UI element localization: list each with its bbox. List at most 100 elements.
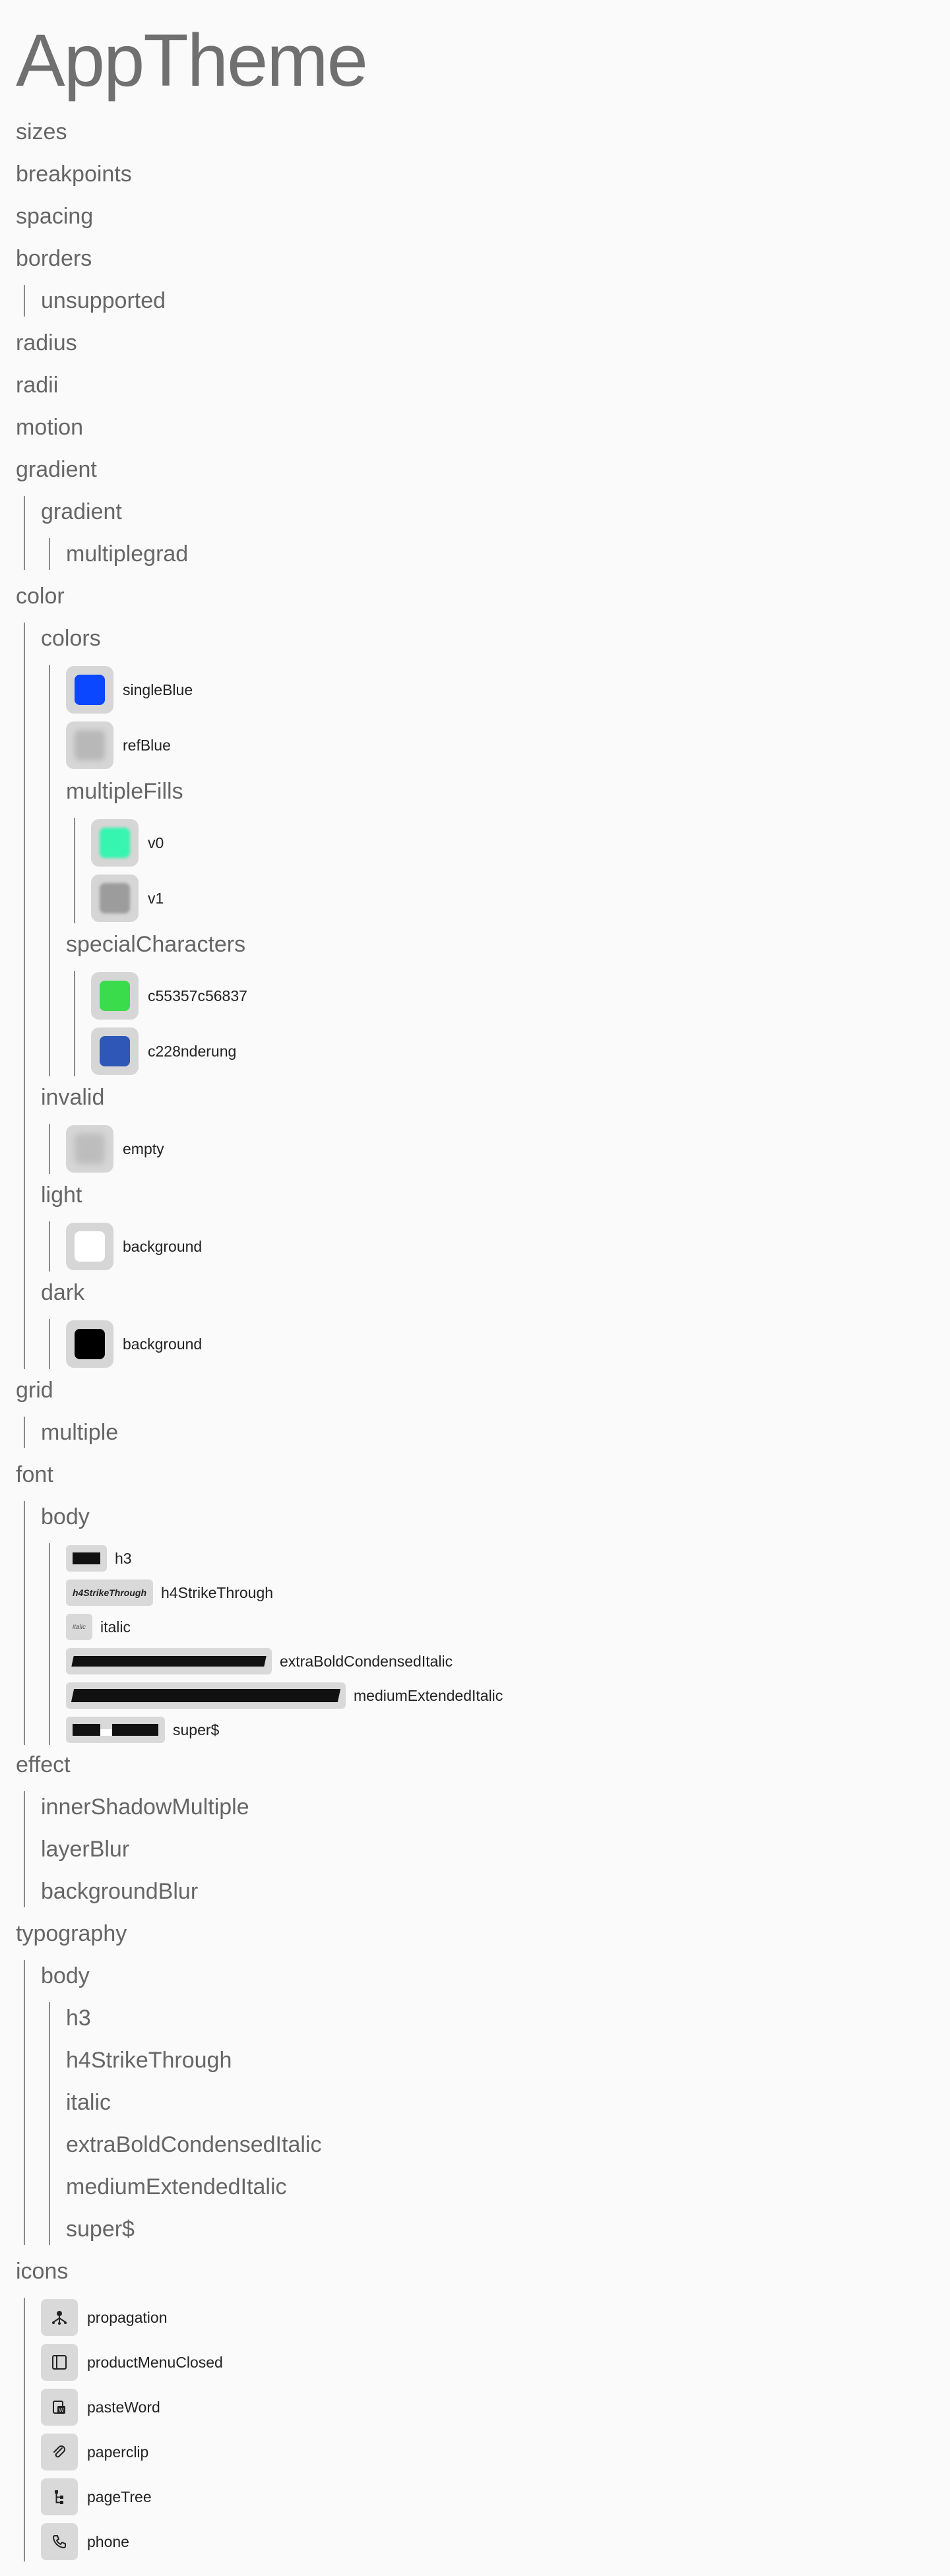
dark-children: background: [49, 1319, 934, 1369]
section-spacing: spacing: [16, 204, 94, 229]
group-color: color colors singleBlue refBlue multiple…: [16, 580, 934, 1369]
section-typography: typography: [16, 1921, 127, 1946]
typography-body-label: body: [41, 1963, 90, 1988]
propagation-icon: [41, 2299, 78, 2336]
font-name: super$: [173, 1721, 220, 1738]
typography-medium-extended-italic: mediumExtendedItalic: [66, 2174, 287, 2199]
font-h4-strike-through: h4StrikeThrough h4StrikeThrough: [66, 1578, 934, 1608]
font-extra-bold-condensed-italic: extraBoldCondensedItalic: [66, 1646, 934, 1676]
svg-text:W: W: [59, 2407, 64, 2413]
font-name: extraBoldCondensedItalic: [280, 1652, 453, 1670]
light-children: background: [49, 1221, 934, 1272]
color-swatch: [66, 1223, 113, 1270]
section-font: font: [16, 1462, 53, 1487]
effect-children: innerShadowMultiple layerBlur background…: [24, 1791, 934, 1907]
color-swatch: [66, 666, 113, 714]
icon-name: pasteWord: [87, 2398, 160, 2416]
effect-layer-blur: layerBlur: [41, 1837, 130, 1862]
grid-children: multiple: [24, 1417, 934, 1448]
swatch-name: background: [123, 1335, 203, 1353]
typography-italic: italic: [66, 2090, 111, 2115]
typography-h3: h3: [66, 2006, 91, 2031]
font-medium-extended-italic: mediumExtendedItalic: [66, 1680, 934, 1711]
font-h3: h3: [66, 1543, 934, 1574]
multiple-fills-label: multipleFills: [66, 779, 183, 804]
section-effect: effect: [16, 1752, 71, 1777]
font-sample-text: h4StrikeThrough: [73, 1587, 147, 1598]
color-dark-label: dark: [41, 1280, 85, 1305]
swatch-name: refBlue: [123, 736, 171, 754]
icon-row-product-menu-closed: productMenuClosed: [41, 2343, 934, 2382]
icon-row-propagation: propagation: [41, 2298, 934, 2337]
borders-children: unsupported: [24, 285, 934, 317]
color-swatch: [91, 819, 139, 867]
font-sample-bar: [71, 1689, 341, 1702]
icon-name: phone: [87, 2532, 129, 2550]
icon-name: propagation: [87, 2308, 168, 2326]
typography-body-children: h3 h4StrikeThrough italic extraBoldConde…: [49, 2002, 934, 2245]
font-sample-bar: [71, 1656, 267, 1667]
swatch-dark-background: background: [66, 1319, 934, 1369]
swatch-name: v1: [148, 889, 164, 907]
theme-page: AppTheme sizes breakpoints spacing borde…: [16, 0, 934, 2567]
icon-name: pageTree: [87, 2488, 152, 2505]
font-name: h4StrikeThrough: [161, 1583, 274, 1601]
page-title: AppTheme: [16, 19, 368, 102]
typography-h4-strike-through: h4StrikeThrough: [66, 2048, 232, 2073]
swatch-c228nderung: c228nderung: [91, 1026, 934, 1076]
gradient-grandchildren: multiplegrad: [49, 538, 934, 570]
icon-name: productMenuClosed: [87, 2353, 223, 2371]
section-icons: icons: [16, 2259, 69, 2284]
swatch-fill: [100, 883, 130, 913]
color-swatch: [91, 874, 139, 922]
font-body-children: h3 h4StrikeThrough h4StrikeThrough itali…: [49, 1543, 934, 1745]
typography-children: body h3 h4StrikeThrough italic extraBold…: [24, 1960, 934, 2245]
color-swatch: [91, 1027, 139, 1075]
group-borders: borders unsupported: [16, 243, 934, 317]
swatch-fill: [75, 1329, 105, 1359]
icon-name: paperclip: [87, 2443, 149, 2461]
swatch-fill: [75, 1134, 105, 1164]
swatch-ref-blue: refBlue: [66, 720, 934, 770]
font-sample-bar: [112, 1724, 158, 1736]
section-sizes: sizes: [16, 119, 67, 144]
section-borders: borders: [16, 246, 92, 271]
swatch-name: c55357c56837: [148, 987, 247, 1004]
font-sample-chip: [66, 1717, 165, 1743]
swatch-empty: empty: [66, 1124, 934, 1174]
font-sample-bar: [73, 1552, 100, 1564]
section-motion: motion: [16, 415, 84, 440]
font-sample-text: italic: [73, 1623, 86, 1631]
section-grid: grid: [16, 1378, 53, 1403]
typography-super: super$: [66, 2217, 135, 2242]
icons-children: propagation productMenuClosed W pasteWor…: [24, 2298, 934, 2561]
section-color: color: [16, 584, 65, 609]
font-sample-chip: [66, 1545, 107, 1572]
swatch-name: singleBlue: [123, 681, 193, 698]
section-radius: radius: [16, 330, 77, 355]
color-children: colors singleBlue refBlue multipleFills …: [24, 623, 934, 1369]
color-swatch: [66, 721, 113, 769]
color-invalid-label: invalid: [41, 1085, 105, 1110]
swatch-single-blue: singleBlue: [66, 665, 934, 715]
font-children: body h3 h4StrikeThrough h4StrikeThrough …: [24, 1501, 934, 1745]
section-gradient: gradient: [16, 457, 97, 482]
typography-extra-bold-condensed-italic: extraBoldCondensedItalic: [66, 2132, 322, 2157]
font-name: mediumExtendedItalic: [354, 1686, 503, 1704]
font-name: italic: [100, 1618, 131, 1636]
borders-unsupported: unsupported: [41, 288, 166, 313]
font-name: h3: [115, 1549, 132, 1567]
color-colors-label: colors: [41, 626, 101, 651]
icon-row-paperclip: paperclip: [41, 2432, 934, 2472]
effect-inner-shadow-multiple: innerShadowMultiple: [41, 1794, 249, 1820]
swatch-name: c228nderung: [148, 1042, 237, 1060]
swatch-fill: [100, 828, 130, 858]
swatch-fill: [100, 981, 130, 1011]
color-swatch: [91, 972, 139, 1020]
group-gradient: gradient gradient multiplegrad: [16, 454, 934, 570]
swatch-fill: [75, 1231, 105, 1262]
special-characters-children: c55357c56837 c228nderung: [74, 971, 934, 1076]
gradient-child: gradient: [41, 499, 122, 524]
group-font: font body h3 h4StrikeThrough h4StrikeThr…: [16, 1459, 934, 1745]
swatch-fill: [75, 730, 105, 760]
